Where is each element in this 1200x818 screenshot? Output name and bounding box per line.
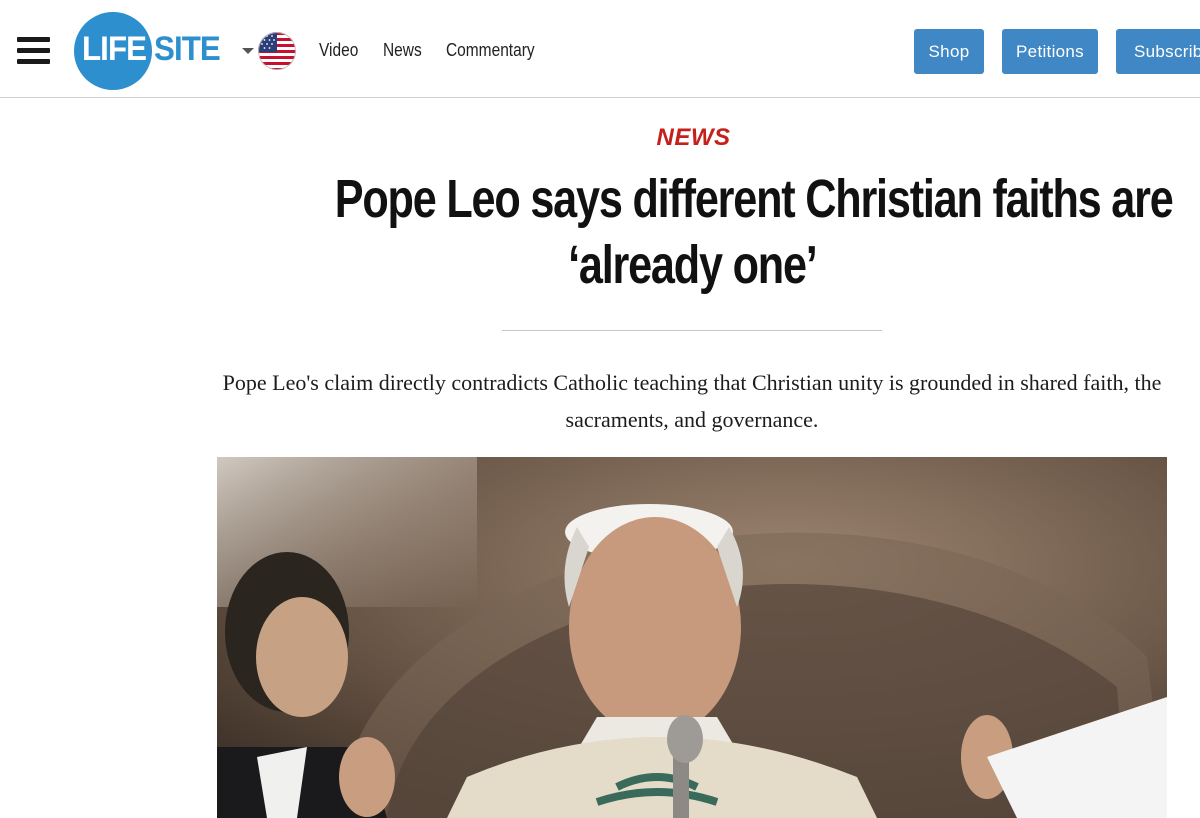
- article-kicker[interactable]: NEWS: [0, 124, 1200, 152]
- site-header: LIFE SITE Video News Commentary Shop Pet…: [0, 0, 1200, 98]
- shop-button[interactable]: Shop: [914, 29, 984, 74]
- us-flag-icon: [258, 32, 296, 70]
- hamburger-menu-icon[interactable]: [17, 37, 50, 65]
- headline-line-2: ‘already one’: [568, 235, 818, 295]
- kicker-label: NEWS: [656, 124, 731, 151]
- logo-text-life: LIFE: [82, 30, 147, 68]
- caret-down-icon: [242, 48, 254, 54]
- article-hero-image: [217, 457, 1167, 818]
- nav-commentary[interactable]: Commentary: [446, 40, 535, 61]
- nav-news[interactable]: News: [383, 40, 422, 61]
- region-selector[interactable]: [240, 32, 298, 70]
- main-nav: Video News Commentary: [319, 40, 549, 61]
- nav-video[interactable]: Video: [319, 40, 358, 61]
- headline-line-1: Pope Leo says different Christian faiths…: [334, 169, 1174, 229]
- headline-divider: [502, 330, 882, 331]
- subscribe-button[interactable]: Subscribe: [1116, 29, 1200, 74]
- site-logo[interactable]: LIFE SITE: [74, 12, 232, 90]
- article-dek: Pope Leo's claim directly contradicts Ca…: [222, 370, 1162, 432]
- logo-text-site: SITE: [154, 30, 221, 68]
- article-headline: Pope Leo says different Christian faiths…: [230, 166, 1174, 298]
- petitions-button[interactable]: Petitions: [1002, 29, 1098, 74]
